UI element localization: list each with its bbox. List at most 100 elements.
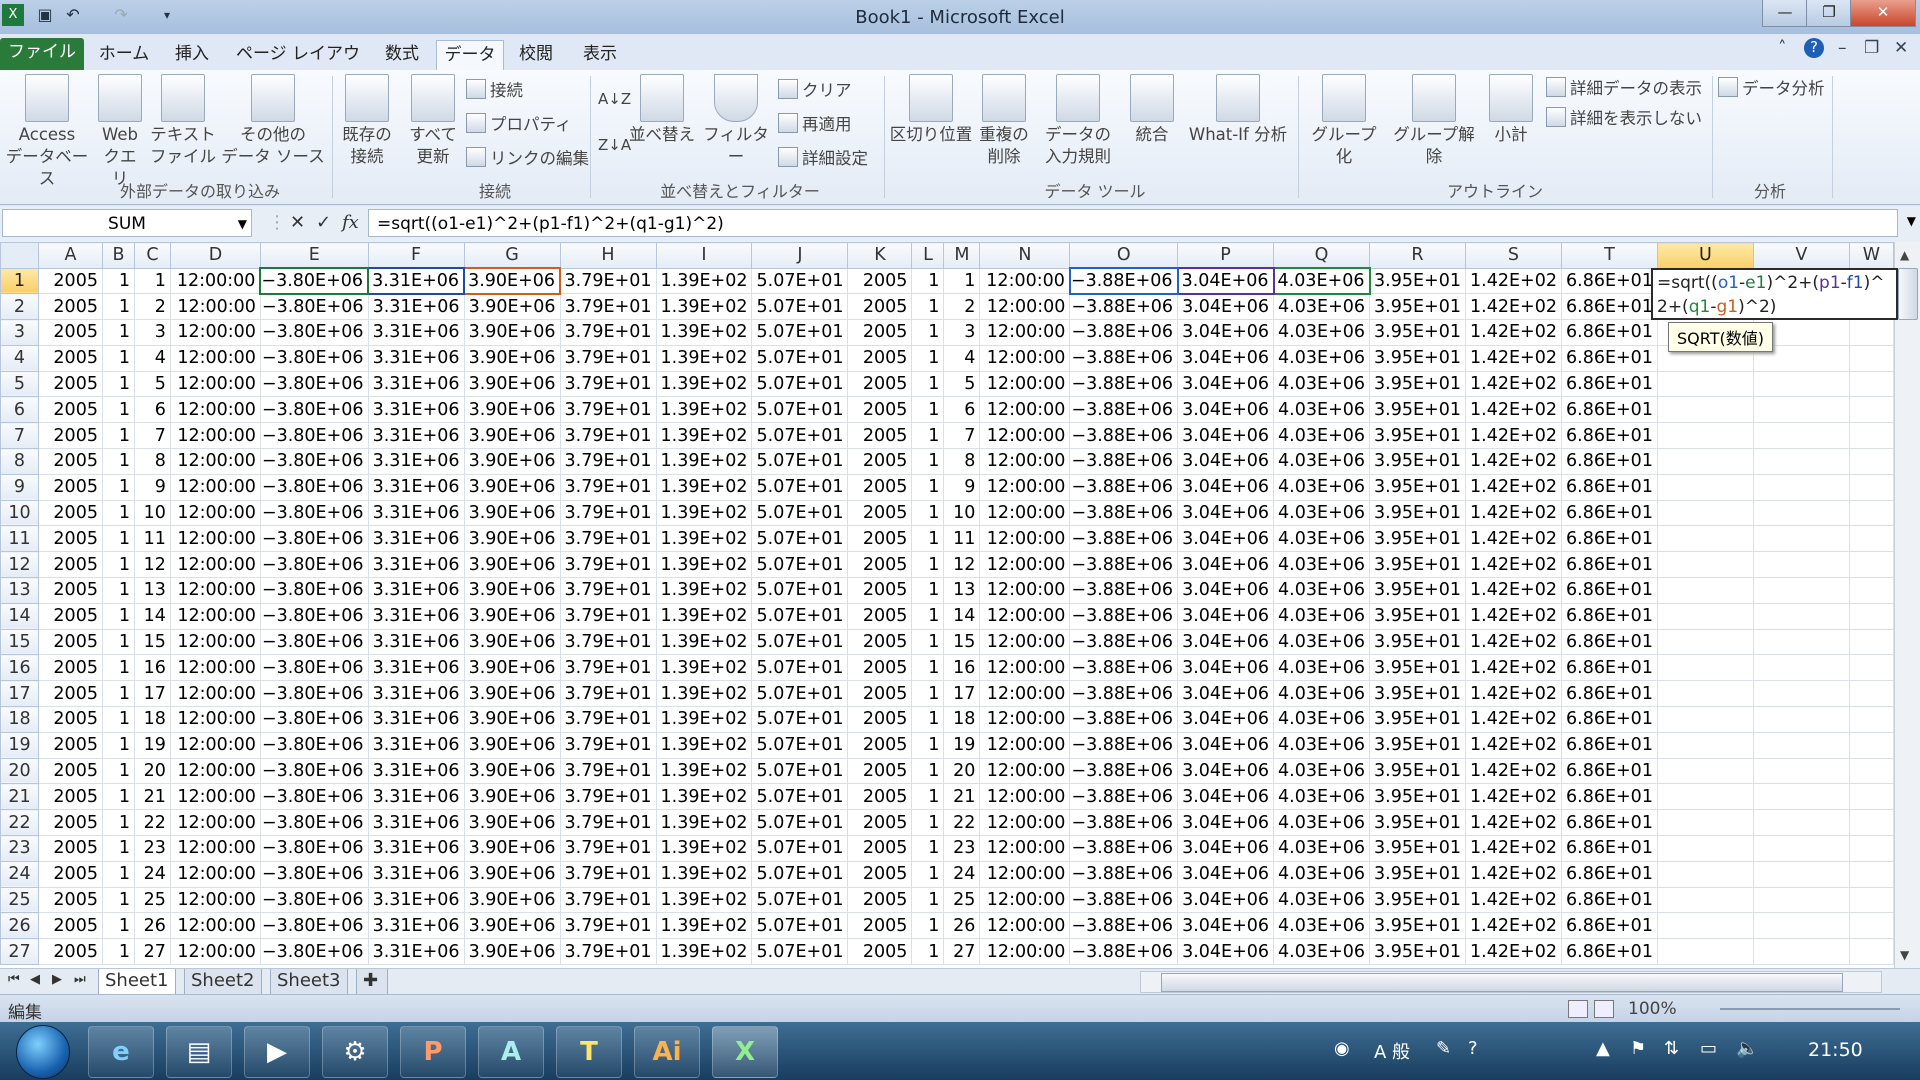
app-tray-icon[interactable]: ◉: [1334, 1038, 1350, 1059]
cell[interactable]: [1657, 500, 1754, 527]
network-icon[interactable]: ▭: [1700, 1038, 1717, 1059]
cell[interactable]: 12:00:00: [170, 912, 261, 940]
cell[interactable]: [1849, 603, 1894, 630]
cell[interactable]: 3.95E+01: [1369, 938, 1466, 966]
column-header-p[interactable]: P: [1177, 242, 1275, 269]
scroll-down-icon[interactable]: ▼: [1900, 948, 1909, 962]
cell[interactable]: 3.31E+06: [368, 396, 465, 424]
cell[interactable]: 2005: [38, 268, 103, 295]
cell[interactable]: [1753, 603, 1850, 630]
zoom-slider[interactable]: [1720, 1008, 1900, 1010]
cell[interactable]: 1.39E+02: [656, 396, 753, 424]
cell[interactable]: 3.95E+01: [1369, 371, 1466, 398]
cell[interactable]: 5.07E+01: [751, 629, 849, 656]
cell[interactable]: 6.86E+01: [1561, 706, 1658, 733]
cell[interactable]: −3.80E+06: [260, 293, 369, 321]
from-web-button[interactable]: Web クエリ: [96, 74, 144, 190]
cell[interactable]: 5.07E+01: [751, 293, 849, 321]
cell[interactable]: 12:00:00: [979, 629, 1071, 656]
cell[interactable]: 2005: [38, 448, 103, 475]
cell[interactable]: 12:00:00: [170, 293, 261, 321]
cell[interactable]: 26: [943, 912, 981, 940]
cell[interactable]: 1: [911, 293, 945, 321]
enter-entry-icon[interactable]: ✓: [316, 212, 331, 233]
cell[interactable]: 3.95E+01: [1369, 654, 1466, 682]
cell[interactable]: 12:00:00: [170, 474, 261, 501]
cell[interactable]: 1: [102, 422, 135, 450]
cell[interactable]: −3.80E+06: [260, 629, 369, 656]
cell[interactable]: [1657, 783, 1754, 811]
cell[interactable]: −3.88E+06: [1069, 758, 1179, 785]
cell[interactable]: 3.79E+01: [560, 551, 657, 579]
column-header-w[interactable]: W: [1848, 242, 1894, 269]
explorer-folder-icon[interactable]: ▤: [166, 1026, 232, 1078]
row-header[interactable]: 16: [0, 654, 39, 682]
cell[interactable]: 5.07E+01: [751, 448, 849, 475]
cell[interactable]: [1753, 783, 1850, 811]
cell[interactable]: −3.80E+06: [260, 577, 369, 604]
cell[interactable]: 12:00:00: [979, 732, 1071, 759]
cell[interactable]: 12:00:00: [979, 887, 1071, 914]
cell[interactable]: 3.04E+06: [1177, 912, 1275, 940]
cell[interactable]: 1.39E+02: [656, 319, 753, 346]
cell[interactable]: 3.04E+06: [1177, 293, 1275, 321]
cell[interactable]: 3.95E+01: [1369, 422, 1466, 450]
cell[interactable]: 6.86E+01: [1561, 887, 1658, 914]
cell[interactable]: 1: [102, 809, 135, 837]
worksheet-grid[interactable]: ABCDEFGHIJKLMNOPQRSTUVW 1 2005 1 1 12:00:00−…: [0, 242, 1894, 968]
cell[interactable]: 12:00:00: [170, 396, 261, 424]
cell[interactable]: 3.95E+01: [1369, 525, 1466, 553]
cell[interactable]: [1657, 422, 1754, 450]
cell[interactable]: 1.39E+02: [656, 500, 753, 527]
cell[interactable]: 1.42E+02: [1465, 474, 1562, 501]
cell[interactable]: 3.95E+01: [1369, 887, 1466, 914]
cell[interactable]: 12:00:00: [979, 422, 1071, 450]
cell[interactable]: 2005: [38, 783, 103, 811]
cell[interactable]: 5.07E+01: [751, 396, 849, 424]
cell[interactable]: 3.79E+01: [560, 861, 657, 888]
cell[interactable]: 3.31E+06: [368, 938, 465, 966]
row-header[interactable]: 1: [0, 267, 39, 295]
cell[interactable]: 2005: [847, 706, 913, 733]
column-header-g[interactable]: G: [463, 242, 561, 269]
cell[interactable]: 4.03E+06: [1273, 706, 1370, 733]
cell[interactable]: [1657, 448, 1754, 475]
cell[interactable]: 12:00:00: [170, 809, 261, 837]
cell[interactable]: 3.90E+06: [464, 629, 561, 656]
column-header-j[interactable]: J: [751, 242, 849, 269]
cell[interactable]: 2005: [847, 835, 913, 862]
tab-formulas[interactable]: 数式: [374, 40, 430, 70]
cell[interactable]: 17: [943, 680, 981, 708]
cell[interactable]: 3.79E+01: [560, 912, 657, 940]
vertical-scrollbar[interactable]: ▲ ▼: [1894, 242, 1920, 968]
function-tooltip[interactable]: SQRT(数値): [1668, 322, 1773, 352]
column-header-k[interactable]: K: [847, 242, 913, 269]
cell[interactable]: −3.88E+06: [1069, 500, 1179, 527]
cell[interactable]: 12:00:00: [170, 268, 261, 295]
cell[interactable]: [1657, 732, 1754, 759]
cell[interactable]: 21: [943, 783, 981, 811]
cell[interactable]: 1: [102, 732, 135, 759]
cell[interactable]: 1: [102, 345, 135, 372]
cell[interactable]: 3.95E+01: [1369, 603, 1466, 630]
cell[interactable]: [1849, 474, 1894, 501]
cell[interactable]: 2005: [38, 525, 103, 553]
cell[interactable]: 3.31E+06: [368, 783, 465, 811]
cell[interactable]: 6.86E+01: [1561, 371, 1658, 398]
cell[interactable]: 6: [134, 396, 171, 424]
cell[interactable]: 12:00:00: [170, 422, 261, 450]
cell[interactable]: 5.07E+01: [751, 654, 849, 682]
cell[interactable]: 3.04E+06: [1177, 525, 1275, 553]
cell[interactable]: 5.07E+01: [751, 861, 849, 888]
cell[interactable]: 3.95E+01: [1369, 758, 1466, 785]
hide-detail-button[interactable]: 詳細を表示しない: [1546, 106, 1702, 132]
cell[interactable]: 3.04E+06: [1177, 500, 1275, 527]
cell[interactable]: 4.03E+06: [1273, 887, 1370, 914]
excel-taskbar-icon[interactable]: X: [712, 1026, 778, 1078]
cell[interactable]: 8: [134, 448, 171, 475]
cell[interactable]: 10: [943, 500, 981, 527]
cell[interactable]: [1849, 319, 1894, 346]
cell[interactable]: 4: [134, 345, 171, 372]
row-header[interactable]: 12: [0, 551, 39, 579]
cell[interactable]: 1.42E+02: [1465, 293, 1562, 321]
